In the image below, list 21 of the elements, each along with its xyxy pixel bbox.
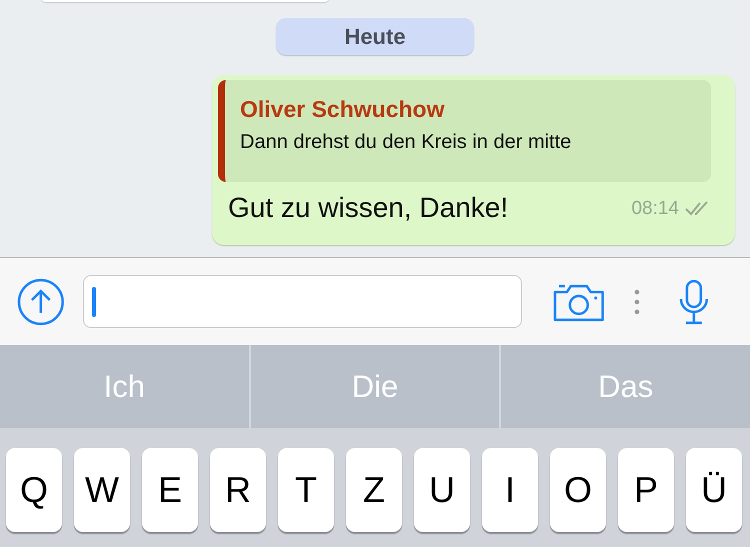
- keyboard-key[interactable]: Z: [346, 448, 402, 532]
- message-text: Gut zu wissen, Danke!: [228, 192, 510, 224]
- quoted-message[interactable]: Oliver Schwuchow Dann drehst du den Kreis in der mitte: [218, 80, 711, 182]
- quote-text: Dann drehst du den Kreis in der mitte: [240, 131, 572, 154]
- date-chip: Heute: [276, 18, 474, 55]
- keyboard-key[interactable]: O: [550, 448, 606, 532]
- keyboard-key[interactable]: W: [74, 448, 130, 532]
- message-input-field[interactable]: [82, 275, 522, 328]
- keyboard-key[interactable]: Ü: [686, 448, 742, 532]
- keyboard-key[interactable]: I: [482, 448, 538, 532]
- keyboard-key[interactable]: R: [210, 448, 266, 532]
- keyboard-key[interactable]: Q: [6, 448, 62, 532]
- more-icon[interactable]: [634, 288, 640, 314]
- keyboard-key[interactable]: P: [618, 448, 674, 532]
- keyboard-key[interactable]: T: [278, 448, 334, 532]
- keyboard-key[interactable]: E: [142, 448, 198, 532]
- message-time: 08:14: [631, 198, 679, 220]
- keyboard-key[interactable]: U: [414, 448, 470, 532]
- microphone-icon[interactable]: [678, 278, 710, 324]
- upload-icon[interactable]: [17, 278, 65, 326]
- quote-author: Oliver Schwuchow: [240, 96, 446, 123]
